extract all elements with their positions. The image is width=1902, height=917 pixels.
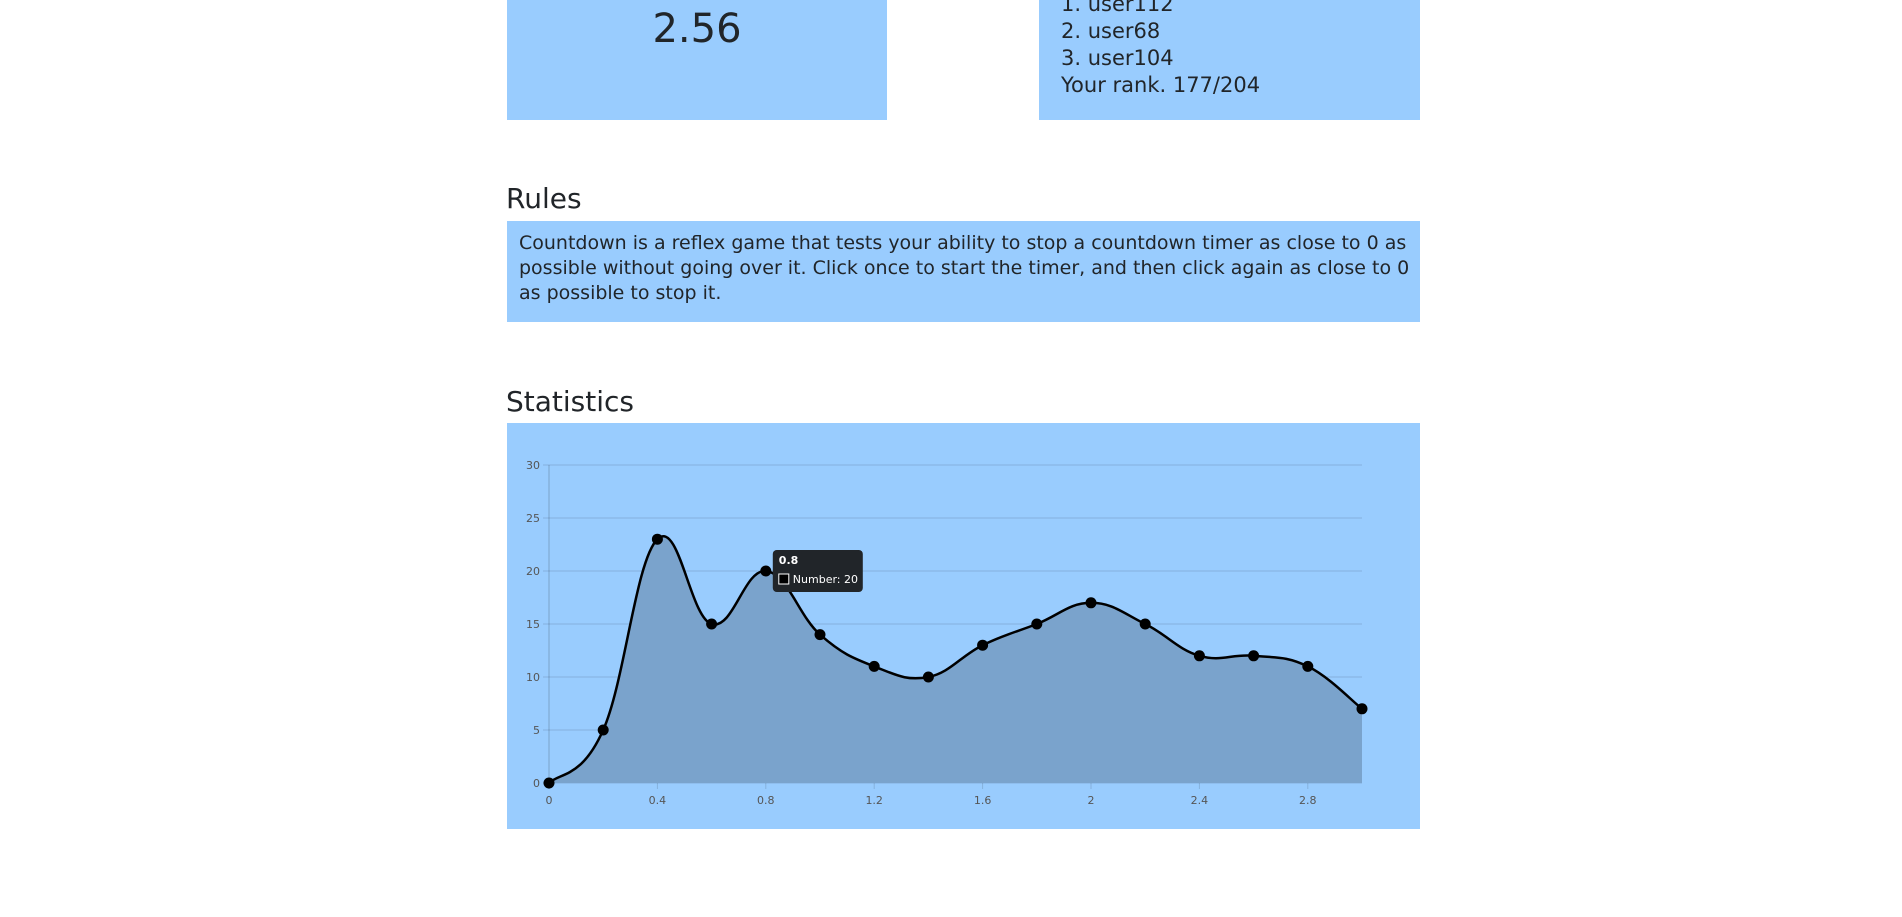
data-point: [1248, 650, 1260, 662]
leaderboard-list: 1. user112 2. user68 3. user104 Your ran…: [1061, 0, 1260, 99]
data-point: [651, 533, 663, 545]
data-point: [1302, 660, 1314, 672]
x-tick-label: 2.4: [1191, 794, 1209, 807]
statistics-chart[interactable]: 0 0.4 0.8 1.2 1.6 2 2.4 2.8 0 5 10 15 20 25 30 0.8 Nu…: [507, 423, 1420, 829]
rules-text: Countdown is a reflex game that tests yo…: [519, 232, 1410, 304]
y-tick-label: 25: [526, 512, 540, 525]
data-point: [814, 629, 826, 641]
leaderboard-entry-3: 3. user104: [1061, 46, 1174, 70]
tooltip-label: Number: 20: [793, 573, 858, 586]
x-tick-label: 2: [1088, 794, 1095, 807]
y-tick-label: 20: [526, 565, 540, 578]
score-panel: 2.56: [507, 0, 887, 120]
chart-tooltip: 0.8 Number: 20: [772, 550, 863, 592]
tooltip-color-swatch: [778, 573, 790, 585]
score-value: 2.56: [652, 6, 742, 52]
x-tick-label: 0.8: [757, 794, 775, 807]
x-tick-label: 1.6: [974, 794, 992, 807]
y-tick-label: 10: [526, 671, 540, 684]
x-tick-label: 0.4: [649, 794, 667, 807]
data-point: [543, 777, 555, 789]
data-point: [1193, 650, 1205, 662]
tooltip-title: 0.8: [779, 554, 799, 567]
y-tick-label: 30: [526, 459, 540, 472]
data-point: [1139, 618, 1151, 630]
your-rank: Your rank. 177/204: [1061, 73, 1261, 97]
data-point: [1085, 597, 1097, 609]
data-point: [977, 639, 989, 651]
y-tick-label: 0: [533, 777, 540, 790]
data-point: [922, 671, 934, 683]
y-tick-label: 15: [526, 618, 540, 631]
data-point: [706, 618, 718, 630]
data-point: [760, 565, 772, 577]
x-tick-label: 1.2: [865, 794, 883, 807]
y-tick-label: 5: [533, 724, 540, 737]
data-point: [597, 724, 609, 736]
leaderboard-entry-1: 1. user112: [1061, 0, 1174, 16]
data-point: [868, 660, 880, 672]
data-point: [1031, 618, 1043, 630]
rules-heading: Rules: [506, 182, 582, 215]
x-tick-label: 0: [546, 794, 553, 807]
data-point: [1356, 703, 1368, 715]
x-tick-label: 2.8: [1299, 794, 1317, 807]
chart-area-fill: [549, 536, 1362, 783]
leaderboard-entry-2: 2. user68: [1061, 19, 1161, 43]
statistics-heading: Statistics: [506, 385, 634, 418]
rules-panel: Countdown is a reflex game that tests yo…: [507, 221, 1420, 322]
statistics-panel: 0 0.4 0.8 1.2 1.6 2 2.4 2.8 0 5 10 15 20 25 30 0.8 Nu…: [507, 423, 1420, 829]
leaderboard-panel: 1. user112 2. user68 3. user104 Your ran…: [1039, 0, 1420, 120]
